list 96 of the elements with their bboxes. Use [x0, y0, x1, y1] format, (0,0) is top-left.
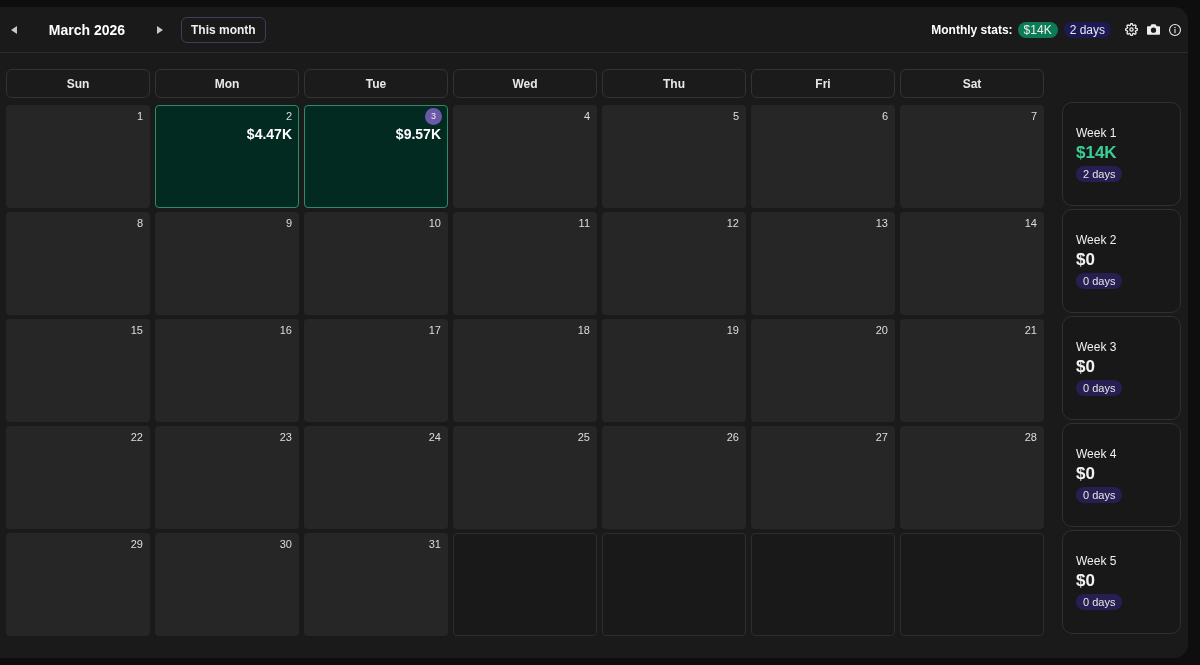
- date-number: 6: [881, 109, 888, 124]
- date-number: 12: [726, 216, 739, 231]
- date-number: 24: [428, 430, 441, 445]
- date-number: 21: [1024, 323, 1037, 338]
- info-icon[interactable]: [1169, 23, 1181, 36]
- week-label: Week 5: [1076, 554, 1117, 569]
- date-number: 28: [1024, 430, 1037, 445]
- day-cell[interactable]: 25: [453, 426, 597, 529]
- week-amount: $14K: [1076, 142, 1117, 164]
- week-amount: $0: [1076, 356, 1095, 378]
- day-cell[interactable]: 27: [751, 426, 895, 529]
- day-cell[interactable]: 19: [602, 319, 746, 422]
- weekday-header: Mon: [155, 69, 299, 98]
- week-label: Week 4: [1076, 447, 1117, 462]
- week-label: Week 3: [1076, 340, 1117, 355]
- date-number: 15: [130, 323, 143, 338]
- week-amount: $0: [1076, 570, 1095, 592]
- week-label: Week 1: [1076, 126, 1117, 141]
- day-amount: $9.57K: [395, 126, 441, 143]
- day-cell[interactable]: 13: [751, 212, 895, 315]
- date-number: 26: [726, 430, 739, 445]
- weekday-header: Sat: [900, 69, 1044, 98]
- day-cell[interactable]: 11: [453, 212, 597, 315]
- date-number: 19: [726, 323, 739, 338]
- date-number: 5: [732, 109, 739, 124]
- week-label: Week 2: [1076, 233, 1117, 248]
- date-number: 27: [875, 430, 888, 445]
- date-number: 29: [130, 537, 143, 552]
- day-cell[interactable]: 18: [453, 319, 597, 422]
- weekday-header: Wed: [453, 69, 597, 98]
- date-number: 8: [136, 216, 143, 231]
- week-amount: $0: [1076, 463, 1095, 485]
- day-cell[interactable]: 20: [751, 319, 895, 422]
- day-cell[interactable]: 29: [6, 533, 150, 636]
- day-cell[interactable]: 14: [900, 212, 1044, 315]
- caret-right-icon[interactable]: [157, 25, 163, 34]
- date-number: 14: [1024, 216, 1037, 231]
- days-count-pill: 0 days: [1076, 380, 1123, 396]
- month-title: March 2026: [47, 21, 127, 38]
- day-cell[interactable]: 17: [304, 319, 448, 422]
- day-cell[interactable]: 31: [304, 533, 448, 636]
- day-cell[interactable]: 8: [6, 212, 150, 315]
- day-cell[interactable]: 28: [900, 426, 1044, 529]
- days-count-pill: 0 days: [1076, 594, 1123, 610]
- date-number: 22: [130, 430, 143, 445]
- day-cell[interactable]: 1: [6, 105, 150, 208]
- settings-icon[interactable]: [1125, 23, 1138, 36]
- date-number: 23: [279, 430, 292, 445]
- day-cell[interactable]: 24: [304, 426, 448, 529]
- date-number: 25: [577, 430, 590, 445]
- day-cell[interactable]: 16: [155, 319, 299, 422]
- weekday-header: Thu: [602, 69, 746, 98]
- week-amount: $0: [1076, 249, 1095, 271]
- date-number: 13: [875, 216, 888, 231]
- today-badge: 3: [425, 108, 442, 125]
- this-month-button[interactable]: This month: [181, 16, 266, 43]
- date-number: 7: [1030, 109, 1037, 124]
- day-cell[interactable]: 12: [602, 212, 746, 315]
- day-cell[interactable]: 21: [900, 319, 1044, 422]
- day-cell[interactable]: 7: [900, 105, 1044, 208]
- day-cell[interactable]: 5: [602, 105, 746, 208]
- day-amount: $4.47K: [246, 126, 292, 143]
- date-number: 2: [285, 109, 292, 124]
- day-cell[interactable]: 3 $9.57K: [304, 105, 448, 208]
- stats-amount-pill: $14K: [1017, 21, 1058, 38]
- days-count-pill: 2 days: [1076, 166, 1123, 182]
- date-number: 11: [578, 216, 590, 231]
- day-cell[interactable]: 2 $4.47K: [155, 105, 299, 208]
- date-number: 9: [285, 216, 292, 231]
- date-number: 20: [875, 323, 888, 338]
- date-number: 16: [279, 323, 292, 338]
- weekday-header: Fri: [751, 69, 895, 98]
- date-number: 31: [428, 537, 441, 552]
- date-number: 4: [583, 109, 590, 124]
- weekday-header: Sun: [6, 69, 150, 98]
- day-cell[interactable]: 23: [155, 426, 299, 529]
- day-cell[interactable]: 6: [751, 105, 895, 208]
- days-count-pill: 0 days: [1076, 273, 1123, 289]
- day-cell[interactable]: 10: [304, 212, 448, 315]
- date-number: 1: [136, 109, 143, 124]
- day-cell[interactable]: 26: [602, 426, 746, 529]
- day-cell[interactable]: 9: [155, 212, 299, 315]
- camera-icon[interactable]: [1147, 24, 1160, 35]
- caret-left-icon[interactable]: [11, 25, 17, 34]
- date-number: 17: [428, 323, 441, 338]
- date-number: 18: [577, 323, 590, 338]
- stats-days-pill: 2 days: [1063, 21, 1111, 38]
- day-cell[interactable]: 22: [6, 426, 150, 529]
- date-number: 30: [279, 537, 292, 552]
- day-cell[interactable]: 15: [6, 319, 150, 422]
- stats-label: Monthly stats:: [931, 22, 1013, 37]
- date-number: 10: [428, 216, 441, 231]
- days-count-pill: 0 days: [1076, 487, 1123, 503]
- weekday-header: Tue: [304, 69, 448, 98]
- day-cell[interactable]: 30: [155, 533, 299, 636]
- day-cell[interactable]: 4: [453, 105, 597, 208]
